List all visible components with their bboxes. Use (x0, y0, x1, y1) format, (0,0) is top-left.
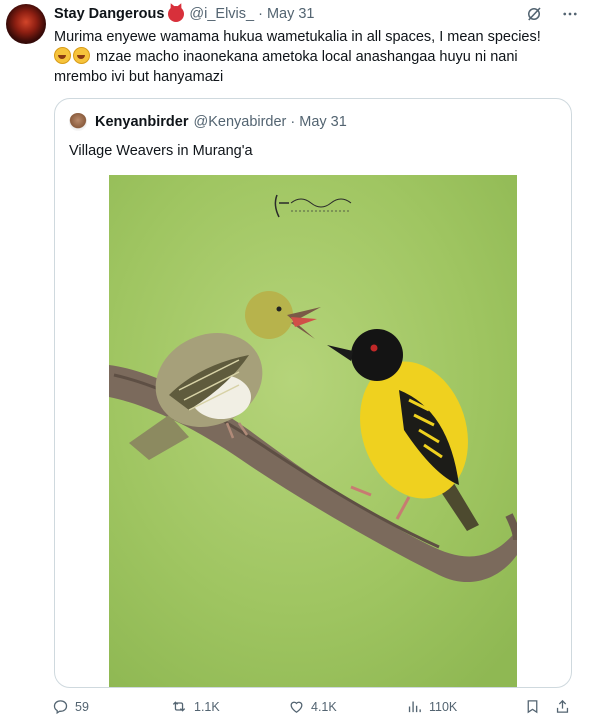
tweet-text-line: Murima enyewe wamama hukua wametukalia i… (54, 29, 541, 45)
angry-devil-emoji-icon (168, 6, 185, 22)
tweet-actions: 59 1.1K 4.1K 110K (52, 698, 576, 718)
reply-icon (52, 698, 69, 715)
views-icon (406, 698, 423, 715)
like-count: 4.1K (311, 699, 337, 714)
quoted-timestamp[interactable]: May 31 (299, 114, 347, 130)
handle[interactable]: @i_Elvis_ (189, 6, 254, 22)
tears-of-joy-emoji-icon (73, 47, 90, 64)
quoted-tweet-header: Kenyanbirder @Kenyabirder · May 31 (69, 113, 347, 131)
like-icon (288, 698, 305, 715)
bookmark-button[interactable] (524, 698, 541, 715)
quoted-tweet-text: Village Weavers in Murang'a (69, 143, 253, 159)
views-count: 110K (429, 699, 458, 714)
quoted-avatar[interactable] (69, 113, 87, 131)
tweet-text-fragment: mzae macho inaonekana ametoka local anas… (96, 49, 518, 65)
tweet-text: Murima enyewe wamama hukua wametukalia i… (54, 27, 579, 87)
tweet-photo[interactable] (109, 175, 517, 687)
reply-count: 59 (75, 699, 89, 714)
share-icon (554, 698, 571, 715)
tweet-text-line: mrembo ivi but hanyamazi (54, 69, 224, 85)
repost-count: 1.1K (194, 699, 220, 714)
bookmark-icon (524, 698, 541, 715)
tweet-text-line: mzae macho inaonekana ametoka local anas… (54, 47, 579, 67)
views-button[interactable]: 110K (406, 698, 457, 715)
separator: · (258, 6, 263, 22)
repost-button[interactable]: 1.1K (170, 698, 220, 715)
display-name[interactable]: Stay Dangerous (54, 6, 164, 22)
quoted-tweet[interactable]: Kenyanbirder @Kenyabirder · May 31 Villa… (54, 98, 572, 688)
separator: · (290, 114, 296, 130)
repost-icon (170, 698, 188, 715)
tears-of-joy-emoji-icon (54, 47, 71, 64)
quoted-handle[interactable]: @Kenyabirder (193, 114, 286, 130)
more-icon[interactable] (561, 5, 579, 23)
quoted-display-name[interactable]: Kenyanbirder (95, 114, 188, 130)
avatar[interactable] (6, 4, 46, 44)
tweet-top-actions (525, 5, 579, 23)
share-button[interactable] (554, 698, 571, 715)
tweet-header: Stay Dangerous @i_Elvis_ · May 31 (54, 5, 315, 23)
grok-slash-icon[interactable] (525, 5, 543, 23)
timestamp[interactable]: May 31 (267, 6, 315, 22)
like-button[interactable]: 4.1K (288, 698, 337, 715)
reply-button[interactable]: 59 (52, 698, 89, 715)
